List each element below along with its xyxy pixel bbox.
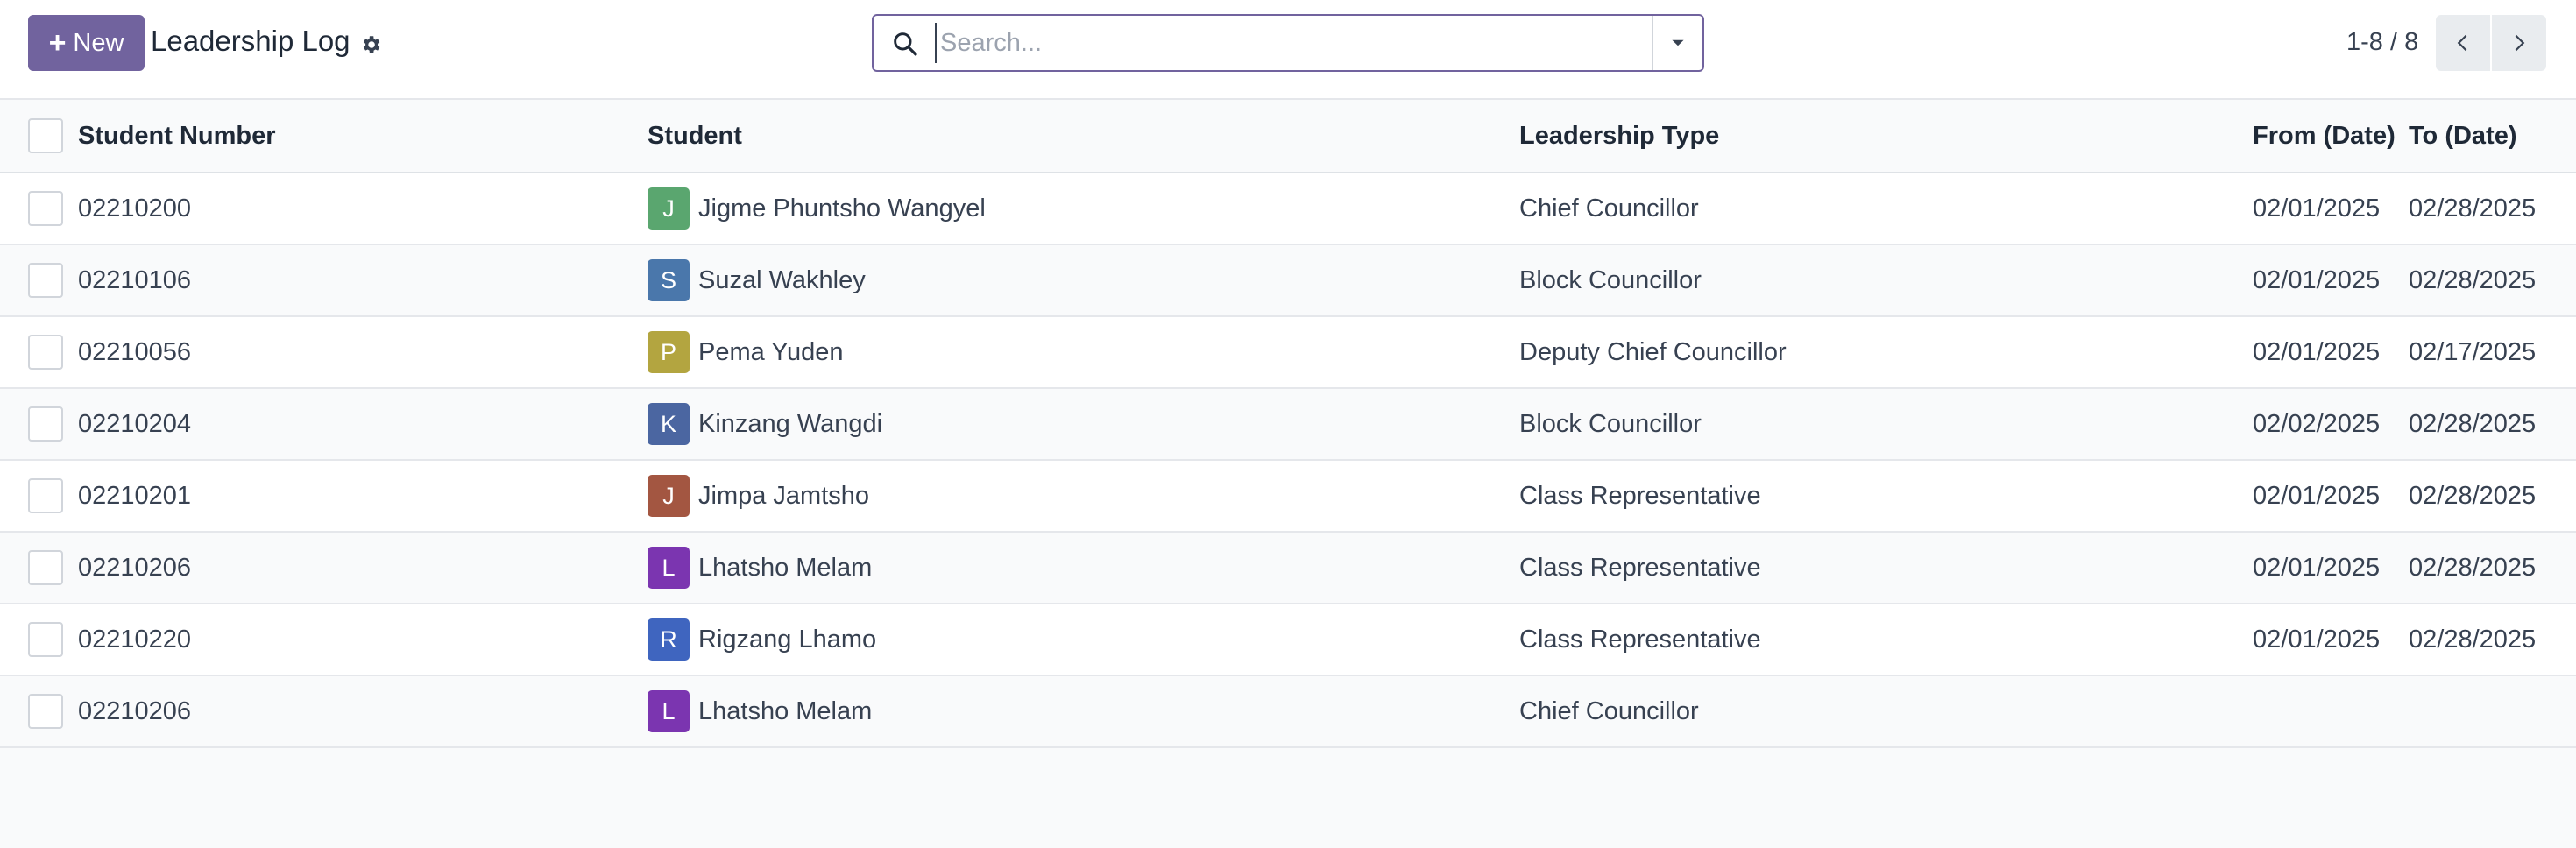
chevron-left-icon xyxy=(2457,34,2467,52)
row-checkbox[interactable] xyxy=(28,406,63,442)
table-row[interactable]: 02210220 R Rigzang Lhamo Class Represent… xyxy=(0,604,2576,676)
from-date-cell: 02/01/2025 xyxy=(2253,553,2381,582)
list-table: Student Number Student Leadership Type F… xyxy=(0,100,2576,748)
student-name: Lhatsho Melam xyxy=(698,553,873,582)
leadership-type-cell: Block Councillor xyxy=(1519,409,1702,438)
search-icon xyxy=(891,30,919,58)
to-date-cell: 02/28/2025 xyxy=(2409,553,2537,582)
row-checkbox[interactable] xyxy=(28,191,63,226)
table-row[interactable]: 02210200 J Jigme Phuntsho Wangyel Chief … xyxy=(0,173,2576,245)
table-row[interactable]: 02210056 P Pema Yuden Deputy Chief Counc… xyxy=(0,317,2576,389)
student-number-cell: 02210201 xyxy=(78,481,192,510)
student-avatar: J xyxy=(648,475,690,517)
student-cell: J Jigme Phuntsho Wangyel xyxy=(648,173,986,244)
table-row[interactable]: 02210204 K Kinzang Wangdi Block Councill… xyxy=(0,389,2576,461)
from-date-cell: 02/01/2025 xyxy=(2253,265,2381,294)
caret-down-icon xyxy=(1672,39,1684,46)
leadership-type-cell: Class Representative xyxy=(1519,553,1761,582)
from-date-cell: 02/01/2025 xyxy=(2253,194,2381,223)
pager-value[interactable]: 1-8 / 8 xyxy=(2346,28,2418,57)
plus-icon: + xyxy=(48,26,67,60)
table-row[interactable]: 02210206 L Lhatsho Melam Class Represent… xyxy=(0,533,2576,604)
search-input[interactable] xyxy=(935,23,1636,63)
leadership-type-cell: Class Representative xyxy=(1519,625,1761,654)
student-cell: L Lhatsho Melam xyxy=(648,676,872,746)
student-name: Lhatsho Melam xyxy=(698,696,873,725)
student-name: Suzal Wakhley xyxy=(698,265,866,294)
table-body: 02210200 J Jigme Phuntsho Wangyel Chief … xyxy=(0,173,2576,748)
leadership-type-cell: Deputy Chief Councillor xyxy=(1519,337,1787,366)
leadership-type-cell: Class Representative xyxy=(1519,481,1761,510)
to-date-cell: 02/28/2025 xyxy=(2409,481,2537,510)
row-checkbox[interactable] xyxy=(28,263,63,298)
student-number-cell: 02210200 xyxy=(78,194,192,223)
to-date-cell: 02/28/2025 xyxy=(2409,409,2537,438)
new-button-label: New xyxy=(73,28,124,57)
student-avatar: S xyxy=(648,259,690,301)
page-title: Leadership Log xyxy=(151,25,350,57)
pager-previous-button[interactable] xyxy=(2436,15,2490,71)
from-date-cell: 02/01/2025 xyxy=(2253,337,2381,366)
table-row[interactable]: 02210201 J Jimpa Jamtsho Class Represent… xyxy=(0,461,2576,533)
student-avatar: R xyxy=(648,618,690,661)
student-avatar: L xyxy=(648,690,690,732)
student-name: Rigzang Lhamo xyxy=(698,625,877,654)
student-name: Jigme Phuntsho Wangyel xyxy=(698,194,986,223)
from-date-cell: 02/02/2025 xyxy=(2253,409,2381,438)
table-row[interactable]: 02210206 L Lhatsho Melam Chief Councillo… xyxy=(0,676,2576,748)
row-checkbox[interactable] xyxy=(28,694,63,729)
page-title-group: Leadership Log xyxy=(151,25,382,58)
table-row[interactable]: 02210106 S Suzal Wakhley Block Councillo… xyxy=(0,245,2576,317)
column-header-from-date[interactable]: From (Date) xyxy=(2253,100,2396,172)
to-date-cell: 02/28/2025 xyxy=(2409,194,2537,223)
table-header: Student Number Student Leadership Type F… xyxy=(0,100,2576,173)
from-date-cell: 02/01/2025 xyxy=(2253,625,2381,654)
chevron-right-icon xyxy=(2515,34,2525,52)
student-number-cell: 02210206 xyxy=(78,696,192,725)
student-cell: K Kinzang Wangdi xyxy=(648,389,882,459)
student-name: Jimpa Jamtsho xyxy=(698,481,870,510)
leadership-type-cell: Chief Councillor xyxy=(1519,696,1699,725)
row-checkbox[interactable] xyxy=(28,550,63,585)
student-name: Pema Yuden xyxy=(698,337,844,366)
from-date-cell: 02/01/2025 xyxy=(2253,481,2381,510)
column-header-leadership-type[interactable]: Leadership Type xyxy=(1519,100,1719,172)
pager-next-button[interactable] xyxy=(2492,15,2546,71)
student-name: Kinzang Wangdi xyxy=(698,409,883,438)
student-cell: P Pema Yuden xyxy=(648,317,844,387)
new-button[interactable]: + New xyxy=(28,15,145,71)
student-number-cell: 02210056 xyxy=(78,337,192,366)
student-number-cell: 02210206 xyxy=(78,553,192,582)
column-header-student-number[interactable]: Student Number xyxy=(78,100,276,172)
student-avatar: P xyxy=(648,331,690,373)
control-panel: + New Leadership Log 1-8 / 8 xyxy=(0,0,2576,100)
to-date-cell: 02/17/2025 xyxy=(2409,337,2537,366)
student-avatar: K xyxy=(648,403,690,445)
student-number-cell: 02210204 xyxy=(78,409,192,438)
student-cell: S Suzal Wakhley xyxy=(648,245,866,315)
column-header-student[interactable]: Student xyxy=(648,100,742,172)
to-date-cell: 02/28/2025 xyxy=(2409,625,2537,654)
leadership-type-cell: Block Councillor xyxy=(1519,265,1702,294)
student-avatar: J xyxy=(648,187,690,230)
student-cell: R Rigzang Lhamo xyxy=(648,604,876,675)
student-cell: J Jimpa Jamtsho xyxy=(648,461,869,531)
student-number-cell: 02210220 xyxy=(78,625,192,654)
select-all-checkbox[interactable] xyxy=(28,118,63,153)
to-date-cell: 02/28/2025 xyxy=(2409,265,2537,294)
row-checkbox[interactable] xyxy=(28,622,63,657)
column-header-to-date[interactable]: To (Date) xyxy=(2409,100,2517,172)
search-bar xyxy=(872,14,1704,72)
search-options-toggle[interactable] xyxy=(1652,16,1702,70)
row-checkbox[interactable] xyxy=(28,335,63,370)
student-avatar: L xyxy=(648,547,690,589)
leadership-type-cell: Chief Councillor xyxy=(1519,194,1699,223)
gear-icon[interactable] xyxy=(359,30,382,53)
row-checkbox[interactable] xyxy=(28,478,63,513)
student-number-cell: 02210106 xyxy=(78,265,192,294)
student-cell: L Lhatsho Melam xyxy=(648,533,872,603)
